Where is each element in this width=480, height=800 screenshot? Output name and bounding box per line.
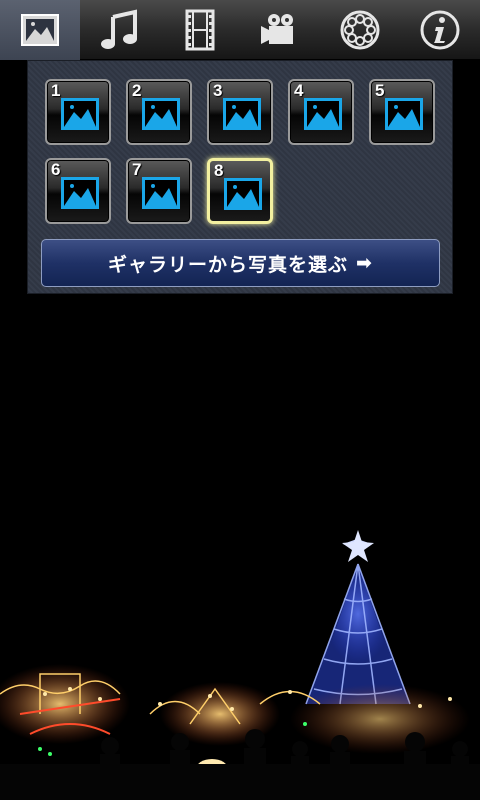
picture-icon — [61, 98, 99, 130]
choose-from-gallery-button[interactable]: ギャラリーから写真を選ぶ ➡ — [41, 239, 440, 287]
photo-slot-panel: 1 2 3 4 5 6 7 8 ギャラリーから写真を選ぶ ➡ — [27, 60, 453, 294]
picture-icon — [21, 14, 59, 46]
photo-slot-3[interactable]: 3 — [207, 79, 273, 145]
photo-slot-6[interactable]: 6 — [45, 158, 111, 224]
film-reel-icon — [340, 10, 380, 50]
photo-slot-5[interactable]: 5 — [369, 79, 435, 145]
picture-icon — [223, 98, 261, 130]
arrow-right-icon: ➡ — [356, 252, 373, 274]
picture-icon — [142, 98, 180, 130]
picture-icon — [304, 98, 342, 130]
photo-slot-4[interactable]: 4 — [288, 79, 354, 145]
picture-icon — [61, 177, 99, 209]
gallery-button-label: ギャラリーから写真を選ぶ — [108, 253, 349, 276]
photo-slot-7[interactable]: 7 — [126, 158, 192, 224]
picture-icon — [385, 98, 423, 130]
movie-camera-icon — [261, 14, 293, 44]
tab-bar — [0, 0, 480, 60]
illumination-photo — [0, 294, 480, 800]
info-icon — [420, 10, 460, 50]
photo-slot-8[interactable]: 8 — [207, 158, 273, 224]
tab-photo[interactable] — [0, 0, 80, 60]
tab-music[interactable] — [80, 0, 160, 60]
picture-icon — [224, 178, 262, 210]
music-note-icon — [101, 9, 137, 49]
tab-info[interactable] — [400, 0, 480, 60]
tab-reel[interactable] — [320, 0, 400, 60]
picture-icon — [142, 177, 180, 209]
tab-movie[interactable] — [240, 0, 320, 60]
film-strip-icon — [185, 9, 215, 51]
tab-film[interactable] — [160, 0, 240, 60]
photo-slot-2[interactable]: 2 — [126, 79, 192, 145]
photo-slot-1[interactable]: 1 — [45, 79, 111, 145]
